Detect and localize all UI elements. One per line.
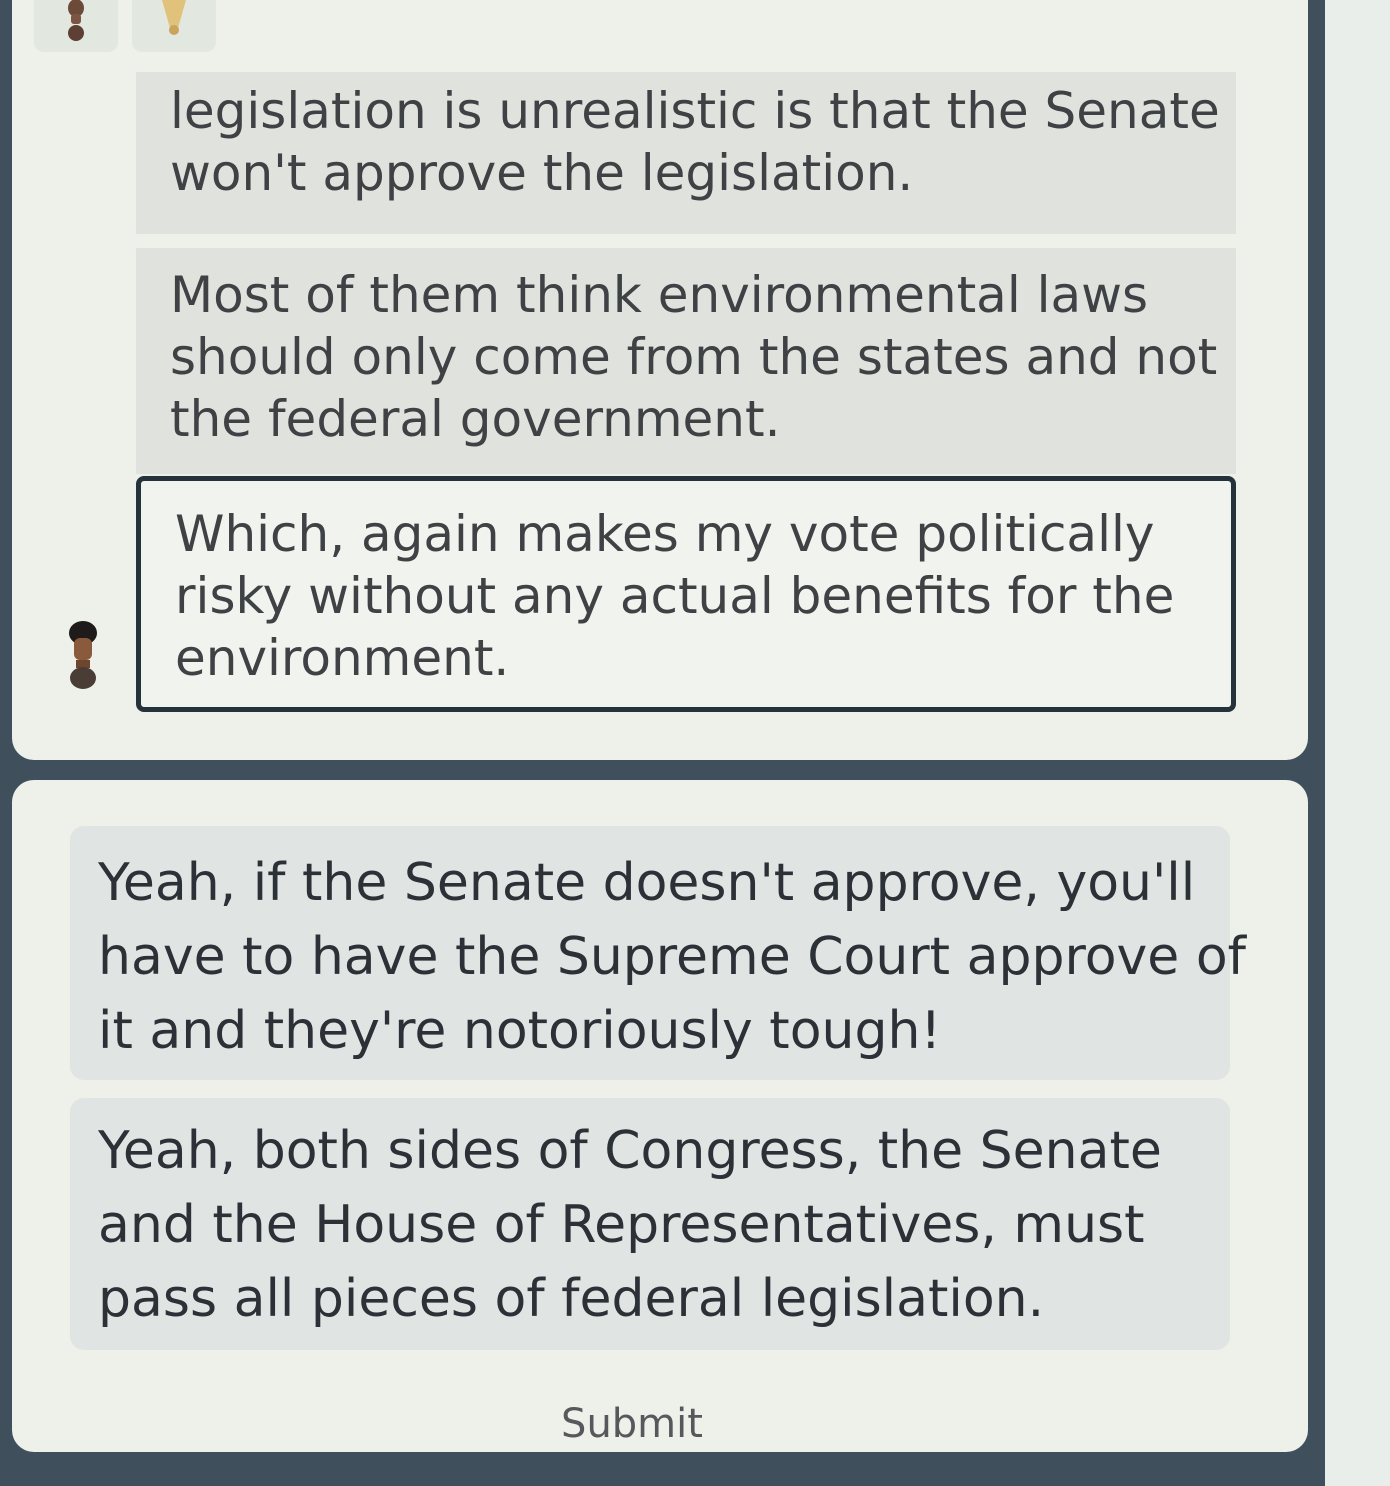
option-line: it and they're notoriously tough!	[98, 1001, 942, 1061]
message-line: the federal government.	[170, 390, 781, 448]
option-line: have to have the Supreme Court approve o…	[98, 927, 1246, 987]
message-line: legislation is unrealistic is that the S…	[170, 82, 1220, 140]
response-option-1[interactable]: Yeah, if the Senate doesn't approve, you…	[70, 826, 1246, 1080]
person-icon	[69, 621, 97, 689]
message-line: should only come from the states and not	[170, 328, 1218, 386]
person-icon	[162, 0, 186, 35]
response-options-panel: Yeah, if the Senate doesn't approve, you…	[12, 780, 1308, 1452]
message-line: environment.	[175, 629, 510, 687]
response-option-2[interactable]: Yeah, both sides of Congress, the Senate…	[70, 1098, 1230, 1350]
message-line: Which, again makes my vote politically	[175, 505, 1155, 563]
chat-message-selected: Which, again makes my vote politically r…	[136, 476, 1236, 712]
option-line: Yeah, both sides of Congress, the Senate	[98, 1121, 1162, 1181]
person-icon	[68, 0, 84, 41]
message-line: won't approve the legislation.	[170, 144, 914, 202]
option-line: pass all pieces of federal legislation.	[98, 1269, 1045, 1329]
conversation-panel: legislation is unrealistic is that the S…	[12, 0, 1308, 760]
option-line: and the House of Representatives, must	[98, 1195, 1145, 1255]
avatar-tab-1[interactable]	[34, 0, 118, 52]
chat-message: Most of them think environmental laws sh…	[136, 248, 1236, 474]
option-line: Yeah, if the Senate doesn't approve, you…	[98, 853, 1196, 913]
avatar-tab-2[interactable]	[132, 0, 216, 52]
message-line: Most of them think environmental laws	[170, 266, 1149, 324]
background-edge	[1325, 0, 1390, 1486]
message-line: risky without any actual benefits for th…	[175, 567, 1175, 625]
chat-message: legislation is unrealistic is that the S…	[136, 72, 1236, 234]
submit-button[interactable]: Submit	[532, 1392, 732, 1456]
